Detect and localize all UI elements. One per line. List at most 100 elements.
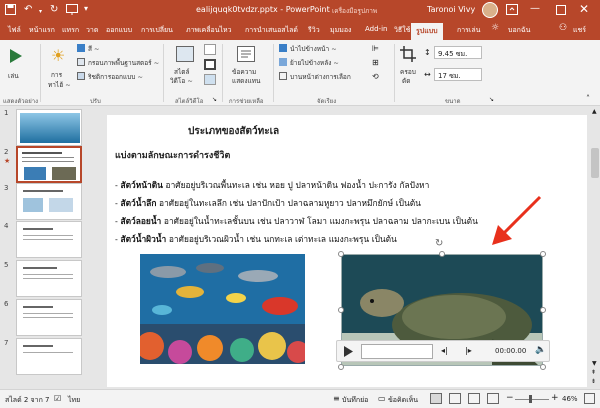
bring-forward-icon[interactable]: [279, 44, 287, 52]
slide-thumbnail-2[interactable]: [16, 146, 82, 183]
send-backward-icon[interactable]: [279, 58, 287, 66]
tab-home[interactable]: หน้าแรก: [29, 25, 55, 36]
color-icon[interactable]: [77, 44, 85, 52]
resize-handle[interactable]: [439, 251, 445, 257]
redo-icon[interactable]: ↻: [50, 4, 58, 15]
slideshow-view-icon[interactable]: [487, 393, 499, 404]
slide-thumbnail-4[interactable]: [16, 221, 82, 258]
user-name[interactable]: Taronoi Vivy: [427, 5, 475, 14]
zoom-level[interactable]: 46%: [562, 395, 578, 403]
comments-button[interactable]: ข้อคิดเห็น: [388, 395, 418, 406]
video-border-icon[interactable]: [204, 59, 216, 70]
bullet-surface[interactable]: - สัตว์น้ำผิวน้ำ อาศัยอยู่บริเวณผิวน้ำ เ…: [115, 232, 397, 246]
rotate-handle-icon[interactable]: ↻: [435, 238, 443, 249]
fish-image[interactable]: [140, 254, 305, 364]
resize-handle[interactable]: [338, 364, 344, 370]
next-slide-icon[interactable]: ⇟: [591, 378, 596, 385]
tab-help[interactable]: วิธีใช้: [394, 25, 410, 36]
zoom-in-icon[interactable]: +: [551, 393, 559, 403]
share-icon[interactable]: ⚇: [559, 23, 567, 33]
size-dialog-launcher-icon[interactable]: ↘: [489, 96, 494, 103]
tell-me-search[interactable]: บอกฉัน: [508, 25, 530, 36]
ribbon-display-options-icon[interactable]: [506, 4, 518, 15]
language[interactable]: ไทย: [68, 395, 80, 406]
slide-subtitle[interactable]: แบ่งตามลักษณะการดำรงชีวิต: [115, 148, 230, 162]
tab-slideshow[interactable]: การนำเสนอสไลด์: [245, 25, 298, 36]
avatar[interactable]: [482, 2, 498, 18]
tab-draw[interactable]: วาด: [86, 25, 98, 36]
selection-pane-button[interactable]: บานหน้าต่างการเลือก: [290, 72, 351, 82]
bullet-deep-sea[interactable]: - สัตว์น้ำลึก อาศัยอยู่ในทะเลลึก เช่น ปล…: [115, 196, 421, 210]
close-icon[interactable]: ✕: [579, 2, 589, 16]
zoom-slider[interactable]: [515, 399, 549, 400]
dialog-launcher-icon[interactable]: ↘: [212, 96, 217, 103]
crop-icon[interactable]: [400, 46, 416, 62]
zoom-slider-thumb[interactable]: [529, 395, 532, 403]
comments-icon[interactable]: ▭: [378, 394, 386, 403]
bullet-pelagic[interactable]: - สัตว์ลอยน้ำ อาศัยอยู่ในน้ำทะเลชั้นบน เ…: [115, 214, 478, 228]
zoom-out-icon[interactable]: −: [506, 393, 514, 403]
width-input[interactable]: 17 ซม.: [434, 68, 482, 81]
reset-design-icon[interactable]: [77, 72, 85, 80]
poster-frame-icon[interactable]: [77, 58, 85, 66]
undo-icon[interactable]: ↶: [24, 4, 32, 15]
play-icon[interactable]: [9, 48, 23, 64]
video-styles-icon[interactable]: [176, 46, 194, 62]
resize-handle[interactable]: [338, 251, 344, 257]
slide-thumbnail-1[interactable]: [16, 109, 82, 146]
vertical-scrollbar[interactable]: ▲ ▼ ⇞ ⇟: [590, 106, 600, 389]
slide-thumbnail-7[interactable]: [16, 338, 82, 375]
tab-review[interactable]: รีวิว: [308, 25, 320, 36]
undo-dropdown-icon[interactable]: ▾: [39, 8, 42, 15]
reset-design-button[interactable]: ริชติการออกแบบ ~: [88, 72, 143, 82]
resize-handle[interactable]: [540, 364, 546, 370]
play-button[interactable]: เล่น: [8, 71, 19, 81]
notes-icon[interactable]: ≡: [333, 394, 340, 403]
slide-thumbnail-5[interactable]: [16, 260, 82, 297]
reading-view-icon[interactable]: [468, 393, 480, 404]
scroll-up-icon[interactable]: ▲: [592, 108, 597, 115]
alt-text-icon[interactable]: [237, 46, 255, 62]
bullet-benthic[interactable]: - สัตว์หน้าดิน อาศัยอยู่บริเวณพื้นทะเล เ…: [115, 178, 429, 192]
seek-forward-icon[interactable]: |▸: [465, 346, 472, 355]
slide-thumbnail-6[interactable]: [16, 299, 82, 336]
resize-handle[interactable]: [338, 307, 344, 313]
slideshow-start-icon[interactable]: [66, 4, 78, 15]
group-icon[interactable]: ⊞: [372, 58, 379, 67]
share-button[interactable]: แชร์: [573, 25, 586, 36]
video-shape-icon[interactable]: [204, 44, 216, 55]
lightbulb-icon[interactable]: ☼: [491, 23, 499, 33]
tab-format[interactable]: รูปแบบ: [411, 23, 443, 40]
scrollbar-thumb[interactable]: [591, 148, 599, 178]
normal-view-icon[interactable]: [430, 393, 442, 404]
bring-forward-button[interactable]: นำไปข้างหน้า ~: [290, 44, 337, 54]
play-pause-icon[interactable]: [343, 346, 353, 357]
fit-to-window-icon[interactable]: [584, 393, 595, 404]
previous-slide-icon[interactable]: ⇞: [591, 369, 596, 376]
tab-transitions[interactable]: การเปลี่ยน: [141, 25, 173, 36]
selection-pane-icon[interactable]: [279, 72, 287, 80]
tab-insert[interactable]: แทรก: [62, 25, 79, 36]
volume-icon[interactable]: 🔈: [535, 345, 546, 355]
tab-animations[interactable]: ภาพเคลื่อนไหว: [186, 25, 232, 36]
customize-quick-access-icon[interactable]: ▾: [84, 4, 88, 13]
send-backward-button[interactable]: ย้ายไปข้างหลัง ~: [290, 58, 339, 68]
slide-title[interactable]: ประเภทของสัตว์ทะเล: [188, 124, 279, 139]
tab-view[interactable]: มุมมอง: [330, 25, 351, 36]
corrections-button[interactable]: การ: [51, 70, 62, 80]
scroll-down-icon[interactable]: ▼: [592, 360, 597, 367]
seek-back-icon[interactable]: ◂|: [441, 346, 448, 355]
tab-file[interactable]: ไฟล์: [8, 25, 21, 36]
slide-sorter-icon[interactable]: [449, 393, 461, 404]
height-input[interactable]: 9.45 ซม.: [434, 46, 482, 59]
save-icon[interactable]: [5, 4, 16, 15]
corrections-icon[interactable]: ☀: [51, 46, 65, 65]
tab-design[interactable]: ออกแบบ: [106, 25, 132, 36]
resize-handle[interactable]: [540, 251, 546, 257]
tab-addins[interactable]: Add-in: [365, 25, 387, 33]
maximize-icon[interactable]: [556, 5, 566, 15]
rotate-icon[interactable]: ⟲: [372, 72, 379, 81]
slide-thumbnail-3[interactable]: [16, 183, 82, 220]
align-icon[interactable]: ⊫: [372, 44, 379, 53]
video-effects-icon[interactable]: [204, 74, 216, 85]
